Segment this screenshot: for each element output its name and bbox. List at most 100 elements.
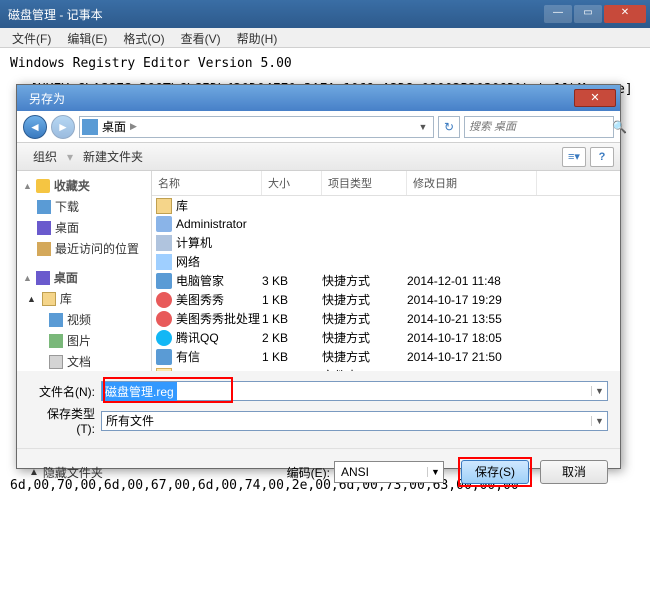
sidebar-item-documents[interactable]: 文档 <box>23 351 145 371</box>
file-row[interactable]: 美图秀秀批处理1 KB快捷方式2014-10-21 13:55 <box>152 309 620 328</box>
search-icon: 🔍 <box>612 120 627 134</box>
file-icon <box>156 273 172 289</box>
encoding-value: ANSI <box>335 465 427 479</box>
file-name: 网络 <box>176 253 200 270</box>
recent-icon <box>37 242 51 256</box>
nav-bar: ◄ ► 桌面 ▶ ▼ ↻ 🔍 <box>17 111 620 143</box>
sidebar-desktop-header[interactable]: ▲桌面 <box>23 267 145 288</box>
breadcrumb[interactable]: 桌面 ▶ ▼ <box>79 116 434 138</box>
file-row[interactable]: Administrator <box>152 215 620 233</box>
file-name: 8uftp <box>176 369 203 372</box>
filetype-label: 保存类型(T): <box>29 405 101 436</box>
file-date: 2014-10-17 18:05 <box>407 331 537 345</box>
file-size: 1 KB <box>262 350 322 364</box>
dialog-bottom-bar: ▲ 隐藏文件夹 编码(E): ANSI ▼ 保存(S) 取消 <box>17 448 620 495</box>
file-name: 电脑管家 <box>176 272 224 289</box>
view-options-button[interactable]: ≡▾ <box>562 147 586 167</box>
dialog-close-button[interactable]: ✕ <box>574 89 616 107</box>
sidebar-item-pictures[interactable]: 图片 <box>23 330 145 351</box>
library-icon <box>42 292 56 306</box>
file-type: 快捷方式 <box>322 310 407 327</box>
hide-folders-toggle[interactable]: ▲ 隐藏文件夹 <box>29 464 103 481</box>
sidebar-item-recent[interactable]: 最近访问的位置 <box>23 238 145 259</box>
file-icon <box>156 235 172 251</box>
column-name[interactable]: 名称 <box>152 171 262 195</box>
file-row[interactable]: 库 <box>152 196 620 215</box>
file-row[interactable]: 有信1 KB快捷方式2014-10-17 21:50 <box>152 347 620 366</box>
sidebar-item-downloads[interactable]: 下载 <box>23 196 145 217</box>
help-button[interactable]: ? <box>590 147 614 167</box>
file-name: 库 <box>176 197 188 214</box>
sidebar-favorites-header[interactable]: ▲收藏夹 <box>23 175 145 196</box>
encoding-label: 编码(E): <box>287 464 334 481</box>
column-date[interactable]: 修改日期 <box>407 171 537 195</box>
file-date: 2014-10-17 21:50 <box>407 350 537 364</box>
file-size: 3 KB <box>262 274 322 288</box>
chevron-right-icon[interactable]: ▶ <box>130 121 137 132</box>
file-date: 2014-12-01 11:48 <box>407 274 537 288</box>
sidebar-item-libraries[interactable]: ▲库 <box>23 288 145 309</box>
file-date: 2014-10-17 21:31 <box>407 369 537 372</box>
file-row[interactable]: 美图秀秀1 KB快捷方式2014-10-17 19:29 <box>152 290 620 309</box>
notepad-title: 磁盘管理 - 记事本 <box>4 6 542 23</box>
filetype-combo[interactable]: 所有文件 ▼ <box>101 411 608 431</box>
chevron-down-icon[interactable]: ▼ <box>591 416 607 426</box>
content-line: Windows Registry Editor Version 5.00 <box>10 54 640 74</box>
menu-edit[interactable]: 编辑(E) <box>59 28 115 47</box>
organize-button[interactable]: 组织 <box>23 146 67 167</box>
new-folder-button[interactable]: 新建文件夹 <box>73 146 153 167</box>
cancel-button[interactable]: 取消 <box>540 460 608 484</box>
file-row[interactable]: 电脑管家3 KB快捷方式2014-12-01 11:48 <box>152 271 620 290</box>
desktop-icon <box>36 271 50 285</box>
search-input[interactable] <box>465 121 612 133</box>
filename-input[interactable]: 磁盘管理.reg <box>102 382 177 401</box>
chevron-down-icon[interactable]: ▼ <box>591 386 607 396</box>
sidebar-item-videos[interactable]: 视频 <box>23 309 145 330</box>
menu-view[interactable]: 查看(V) <box>173 28 229 47</box>
chevron-down-icon[interactable]: ▼ <box>427 467 443 477</box>
file-name: 有信 <box>176 348 200 365</box>
dialog-title: 另存为 <box>21 90 574 107</box>
filename-combo[interactable]: 磁盘管理.reg ▼ <box>101 381 608 401</box>
menu-format[interactable]: 格式(O) <box>115 28 172 47</box>
search-box[interactable]: 🔍 <box>464 116 614 138</box>
encoding-combo[interactable]: ANSI ▼ <box>334 461 444 483</box>
file-type: 快捷方式 <box>322 291 407 308</box>
file-list[interactable]: 名称 大小 项目类型 修改日期 库 Administrator 计算机网络电脑管家 3… <box>152 171 620 371</box>
file-icon <box>156 292 172 308</box>
file-name: 计算机 <box>176 234 212 251</box>
file-row[interactable]: 8uftp 文件夹2014-10-17 21:31 <box>152 366 620 371</box>
breadcrumb-dropdown[interactable]: ▼ <box>415 122 431 132</box>
file-row[interactable]: 网络 <box>152 252 620 271</box>
maximize-button[interactable]: ▭ <box>574 5 602 23</box>
file-size: 1 KB <box>262 312 322 326</box>
column-type[interactable]: 项目类型 <box>322 171 407 195</box>
file-row[interactable]: 计算机 <box>152 233 620 252</box>
file-size: 2 KB <box>262 331 322 345</box>
dialog-titlebar[interactable]: 另存为 ✕ <box>17 85 620 111</box>
file-name: Administrator <box>176 217 247 231</box>
download-icon <box>37 200 51 214</box>
nav-back-button[interactable]: ◄ <box>23 115 47 139</box>
sidebar-item-desktop[interactable]: 桌面 <box>23 217 145 238</box>
column-size[interactable]: 大小 <box>262 171 322 195</box>
nav-forward-button[interactable]: ► <box>51 115 75 139</box>
picture-icon <box>49 334 63 348</box>
sidebar: ▲收藏夹 下载 桌面 最近访问的位置 ▲桌面 ▲库 视频 图片 文档 <box>17 171 152 371</box>
menu-file[interactable]: 文件(F) <box>4 28 59 47</box>
desktop-icon <box>82 119 98 135</box>
close-button[interactable]: ✕ <box>604 5 646 23</box>
file-name: 美图秀秀 <box>176 291 224 308</box>
minimize-button[interactable]: — <box>544 5 572 23</box>
file-type: 文件夹 <box>322 367 407 371</box>
breadcrumb-location[interactable]: 桌面 <box>102 118 126 135</box>
save-button[interactable]: 保存(S) <box>461 460 529 484</box>
refresh-button[interactable]: ↻ <box>438 116 460 138</box>
menu-help[interactable]: 帮助(H) <box>229 28 286 47</box>
file-row[interactable]: 腾讯QQ2 KB快捷方式2014-10-17 18:05 <box>152 328 620 347</box>
filename-label: 文件名(N): <box>29 383 101 400</box>
toolbar: 组织 ▾ 新建文件夹 ≡▾ ? <box>17 143 620 171</box>
notepad-titlebar[interactable]: 磁盘管理 - 记事本 — ▭ ✕ <box>0 0 650 28</box>
highlight-marker: 保存(S) <box>458 457 532 487</box>
star-icon <box>36 179 50 193</box>
